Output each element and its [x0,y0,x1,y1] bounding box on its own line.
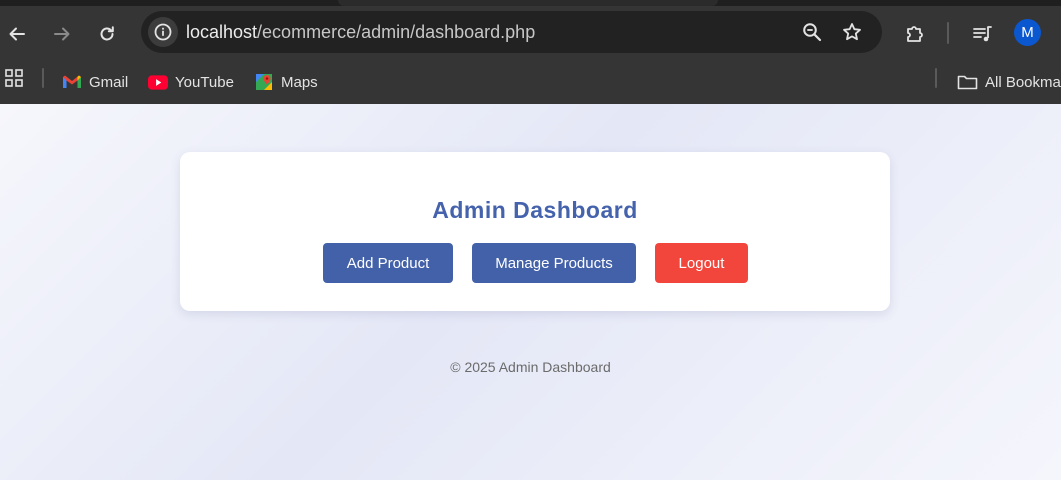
arrow-right-icon [54,27,70,41]
queue-music-icon [973,26,992,42]
toolbar-divider [947,22,949,44]
dashboard-card: Admin Dashboard Add Product Manage Produ… [180,152,890,311]
bookmark-label: Gmail [89,73,129,91]
extensions-button[interactable] [901,20,929,48]
forward-button[interactable] [48,20,76,48]
arrow-left-icon [9,27,25,41]
bookmarks-bar: Gmail YouTube Maps All Bookma [0,60,1061,104]
zoom-button[interactable] [801,21,823,43]
info-icon [154,23,172,41]
media-controls-button[interactable] [968,20,996,48]
reload-button[interactable] [93,20,121,48]
all-bookmarks-label: All Bookma [985,73,1061,91]
bookmark-youtube[interactable]: YouTube [148,68,234,96]
bookmark-gmail[interactable]: Gmail [62,68,128,96]
back-button[interactable] [3,20,31,48]
maps-icon [254,72,274,92]
bookmarks-divider-right [935,68,937,88]
url-path: /ecommerce/admin/dashboard.php [257,22,536,42]
browser-toolbar: localhost/ecommerce/admin/dashboard.php [0,6,1061,60]
bookmark-star-button[interactable] [841,21,863,43]
address-bar[interactable]: localhost/ecommerce/admin/dashboard.php [141,11,882,53]
page-title: Admin Dashboard [432,197,638,223]
gmail-icon [62,72,82,92]
url-text[interactable]: localhost/ecommerce/admin/dashboard.php [186,22,535,43]
apps-grid-icon [5,69,23,87]
bookmark-maps[interactable]: Maps [254,68,318,96]
page-viewport: Admin Dashboard Add Product Manage Produ… [0,104,1061,480]
apps-button[interactable] [0,64,28,92]
youtube-icon [148,72,168,92]
folder-icon [956,72,978,92]
url-host: localhost [186,22,258,42]
zoom-icon [803,23,822,42]
profile-avatar[interactable]: M [1014,19,1041,46]
star-icon [843,23,861,41]
site-info-button[interactable] [148,17,178,47]
add-product-button[interactable]: Add Product [323,243,453,283]
page-footer: © 2025 Admin Dashboard [450,359,611,375]
reload-icon [100,26,114,41]
puzzle-icon [907,26,923,42]
logout-button[interactable]: Logout [655,243,748,283]
bookmark-label: YouTube [175,73,234,91]
bookmarks-divider [42,68,44,88]
manage-products-button[interactable]: Manage Products [472,243,636,283]
all-bookmarks-button[interactable]: All Bookma [956,68,1061,96]
bookmark-label: Maps [281,73,318,91]
